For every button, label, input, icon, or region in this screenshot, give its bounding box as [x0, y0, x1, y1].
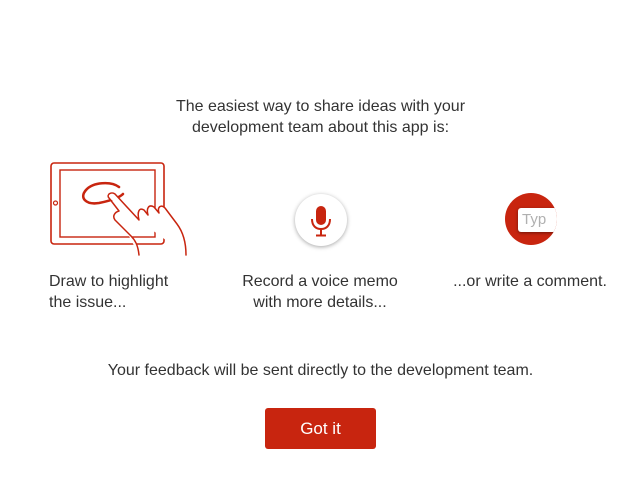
feedback-onboarding: The easiest way to share ideas with your…	[0, 0, 641, 481]
feedback-note: Your feedback will be sent directly to t…	[107, 362, 534, 379]
intro-line-2: development team about this app is:	[191, 119, 450, 136]
comment-label: ...or write a comment.	[440, 271, 620, 292]
voice-label-line-1: Record a voice memo	[242, 273, 398, 290]
microphone-icon	[295, 194, 347, 246]
text-input-sample: Typ	[518, 208, 557, 232]
tablet-hand-draw-icon	[50, 162, 187, 256]
draw-label: Draw to highlight the issue...	[49, 271, 168, 313]
voice-label-line-2: with more details...	[253, 294, 387, 311]
intro-text: The easiest way to share ideas with your…	[0, 96, 641, 138]
intro-line-1: The easiest way to share ideas with your	[175, 98, 466, 115]
comment-label-line-1: ...or write a comment.	[453, 273, 607, 290]
got-it-button[interactable]: Got it	[265, 408, 376, 449]
voice-label: Record a voice memo with more details...	[215, 271, 425, 313]
draw-label-line-2: the issue...	[49, 294, 127, 311]
text-input-icon: Typ	[505, 193, 557, 245]
draw-label-line-1: Draw to highlight	[49, 273, 169, 290]
